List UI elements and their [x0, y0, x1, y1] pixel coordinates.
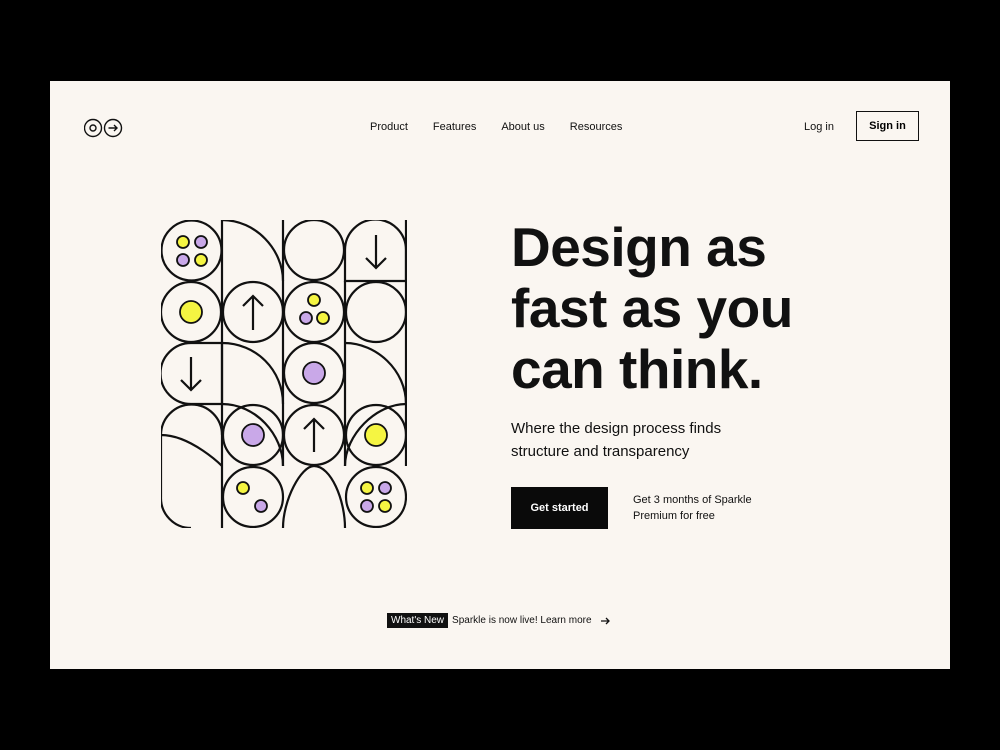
brand-logo-icon[interactable] — [84, 118, 124, 138]
main-nav: Product Features About us Resources — [370, 121, 622, 133]
nav-item-about-us[interactable]: About us — [501, 121, 544, 133]
nav-item-product[interactable]: Product — [370, 121, 408, 133]
hero-headline: Design as fast as you can think. — [511, 216, 793, 400]
whats-new-banner[interactable]: What's New Sparkle is now live! Learn mo… — [387, 613, 610, 628]
whats-new-text: Sparkle is now live! Learn more — [452, 615, 592, 626]
nav-item-features[interactable]: Features — [433, 121, 476, 133]
whats-new-badge: What's New — [387, 613, 449, 628]
landing-page: Product Features About us Resources Log … — [50, 81, 950, 669]
signin-button[interactable]: Sign in — [856, 111, 919, 141]
hero-pattern-illustration — [161, 220, 407, 528]
nav-item-resources[interactable]: Resources — [570, 121, 623, 133]
hero-subtext: Where the design process finds structure… — [511, 420, 722, 460]
arrow-right-icon — [600, 617, 610, 624]
promo-text: Get 3 months of Sparkle Premium for free — [633, 494, 752, 522]
get-started-button[interactable]: Get started — [511, 487, 608, 529]
login-link[interactable]: Log in — [804, 121, 834, 133]
